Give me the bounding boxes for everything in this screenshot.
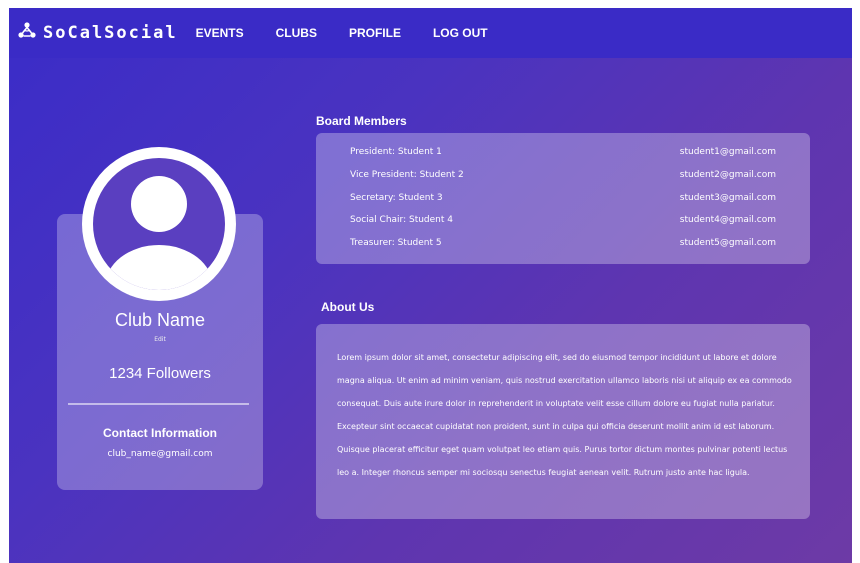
- club-name: Club Name: [114, 310, 206, 330]
- logo-text: SoCalSocial: [43, 23, 178, 43]
- member-role: Treasurer: Student 5: [350, 238, 442, 248]
- board-row: Treasurer: Student 5 student5@gmail.com: [350, 238, 776, 252]
- board-row: Vice President: Student 2 student2@gmail…: [350, 170, 776, 184]
- nav-clubs[interactable]: CLUBS: [276, 26, 317, 40]
- member-email[interactable]: student3@gmail.com: [680, 193, 776, 207]
- member-email[interactable]: student5@gmail.com: [680, 238, 776, 252]
- divider: [68, 403, 249, 405]
- about-text: Lorem ipsum dolor sit amet, consectetur …: [337, 353, 792, 477]
- about-panel: Lorem ipsum dolor sit amet, consectetur …: [316, 324, 810, 519]
- member-role: Vice President: Student 2: [350, 170, 464, 180]
- board-row: President: Student 1 student1@gmail.com: [350, 147, 776, 161]
- about-title: About Us: [321, 300, 375, 314]
- avatar: [82, 147, 236, 301]
- member-email[interactable]: student1@gmail.com: [680, 147, 776, 161]
- contact-title: Contact Information: [103, 426, 217, 440]
- board-members-panel: President: Student 1 student1@gmail.com …: [316, 133, 810, 264]
- nav-profile[interactable]: PROFILE: [349, 26, 401, 40]
- app-frame: SoCalSocial EVENTS CLUBS PROFILE LOG OUT…: [9, 8, 852, 563]
- contact-email[interactable]: club_name@gmail.com: [57, 449, 263, 459]
- member-role: Secretary: Student 3: [350, 193, 443, 203]
- logo-icon: [17, 21, 37, 45]
- followers-count: 1234 Followers: [109, 365, 211, 382]
- user-avatar-icon: [93, 158, 225, 290]
- nav-events[interactable]: EVENTS: [196, 26, 244, 40]
- board-row: Social Chair: Student 4 student4@gmail.c…: [350, 215, 776, 229]
- member-email[interactable]: student4@gmail.com: [680, 215, 776, 229]
- logo[interactable]: SoCalSocial: [17, 21, 178, 45]
- edit-link[interactable]: Edit: [57, 336, 263, 343]
- board-row: Secretary: Student 3 student3@gmail.com: [350, 193, 776, 207]
- board-title: Board Members: [316, 114, 407, 128]
- member-role: President: Student 1: [350, 147, 442, 157]
- member-role: Social Chair: Student 4: [350, 215, 453, 225]
- nav-logout[interactable]: LOG OUT: [433, 26, 488, 40]
- navbar: SoCalSocial EVENTS CLUBS PROFILE LOG OUT: [9, 8, 852, 58]
- member-email[interactable]: student2@gmail.com: [680, 170, 776, 184]
- nav-links: EVENTS CLUBS PROFILE LOG OUT: [196, 26, 520, 40]
